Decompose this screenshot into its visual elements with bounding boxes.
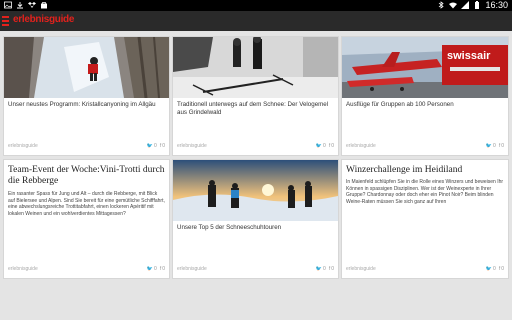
card-source: erlebnisguide: [346, 143, 376, 149]
card-title: Ausflüge für Gruppen ab 100 Personen: [346, 101, 454, 108]
card-description: Ein rasanter Spass für Jung und Alt – du…: [8, 191, 165, 217]
article-card-5[interactable]: Unsere Top 5 der Schneeschuhtouren erleb…: [173, 160, 338, 278]
article-card-1[interactable]: Unser neustes Programm: Kristallcanyonin…: [4, 37, 169, 155]
facebook-icon: f: [159, 266, 162, 272]
card-footer: erlebnisguide 🐦 0 f0: [346, 143, 504, 150]
card-source: erlebnisguide: [8, 143, 38, 149]
card-source: erlebnisguide: [8, 266, 38, 272]
facebook-share[interactable]: f0: [329, 143, 334, 149]
app-logo[interactable]: erlebnisguide: [13, 14, 74, 25]
facebook-share[interactable]: f0: [499, 266, 504, 272]
social-counts: 🐦 0 f0: [147, 266, 165, 272]
dropbox-icon: [28, 2, 36, 8]
app-bar: erlebnisguide: [0, 11, 512, 31]
twitter-share[interactable]: 🐦 0: [147, 143, 157, 149]
battery-icon: [475, 1, 480, 9]
social-counts: 🐦 0 f0: [147, 143, 165, 149]
status-time: 16:30: [485, 0, 508, 10]
twitter-share[interactable]: 🐦 0: [486, 266, 496, 272]
card-source: erlebnisguide: [177, 266, 207, 272]
social-counts: 🐦 0 f0: [486, 143, 504, 149]
card-title: Traditionell unterwegs auf dem Schnee: D…: [177, 101, 329, 116]
swissair-aircraft-hall-photo: swissair: [342, 37, 508, 98]
social-counts: 🐦 0 f0: [486, 266, 504, 272]
facebook-share[interactable]: f0: [160, 143, 165, 149]
twitter-icon: 🐦: [146, 266, 154, 272]
facebook-icon: f: [498, 266, 501, 272]
facebook-icon: f: [328, 266, 331, 272]
twitter-share[interactable]: 🐦 0: [147, 266, 157, 272]
card-description: In Maienfeld schlüpfen Sie in die Rolle …: [346, 179, 504, 205]
status-bar: 16:30: [0, 0, 512, 11]
facebook-icon: f: [328, 143, 331, 149]
download-icon: [17, 2, 23, 9]
social-counts: 🐦 0 f0: [316, 266, 334, 272]
card-footer: erlebnisguide 🐦 0 f0: [346, 266, 504, 273]
card-footer: erlebnisguide 🐦 0 f0: [177, 143, 334, 150]
twitter-share[interactable]: 🐦 0: [316, 266, 326, 272]
ice-canyoning-photo: [4, 37, 169, 98]
velogemel-snow-photo: [173, 37, 338, 98]
facebook-icon: f: [159, 143, 162, 149]
twitter-icon: 🐦: [485, 266, 493, 272]
article-card-6[interactable]: Winzerchallenge im Heidiland In Maienfel…: [342, 160, 508, 278]
twitter-icon: 🐦: [315, 143, 323, 149]
twitter-share[interactable]: 🐦 0: [486, 143, 496, 149]
card-headline: Team-Event der Woche:Vini-Trotti durch d…: [8, 165, 165, 186]
twitter-share[interactable]: 🐦 0: [316, 143, 326, 149]
card-title: Unsere Top 5 der Schneeschuhtouren: [177, 224, 282, 231]
bluetooth-icon: [439, 1, 445, 9]
article-card-2[interactable]: Traditionell unterwegs auf dem Schnee: D…: [173, 37, 338, 155]
image-icon: [4, 1, 12, 9]
twitter-icon: 🐦: [146, 143, 154, 149]
social-counts: 🐦 0 f0: [316, 143, 334, 149]
swissair-text: swissair: [447, 50, 491, 62]
card-footer: erlebnisguide 🐦 0 f0: [177, 266, 334, 273]
bag-icon: [41, 2, 47, 9]
twitter-icon: 🐦: [315, 266, 323, 272]
facebook-icon: f: [498, 143, 501, 149]
facebook-share[interactable]: f0: [499, 143, 504, 149]
card-footer: erlebnisguide 🐦 0 f0: [8, 143, 165, 150]
article-card-4[interactable]: Team-Event der Woche:Vini-Trotti durch d…: [4, 160, 169, 278]
signal-icon: [461, 1, 470, 9]
wifi-icon: [449, 2, 458, 9]
card-title: Unser neustes Programm: Kristallcanyonin…: [8, 101, 156, 108]
card-source: erlebnisguide: [346, 266, 376, 272]
hamburger-menu-icon[interactable]: [2, 16, 9, 26]
snowshoe-hikers-sunset-photo: [173, 160, 338, 221]
facebook-share[interactable]: f0: [160, 266, 165, 272]
card-headline: Winzerchallenge im Heidiland: [346, 165, 463, 175]
card-source: erlebnisguide: [177, 143, 207, 149]
facebook-share[interactable]: f0: [329, 266, 334, 272]
card-footer: erlebnisguide 🐦 0 f0: [8, 266, 165, 273]
twitter-icon: 🐦: [485, 143, 493, 149]
article-card-3[interactable]: swissair Ausflüge für Gruppen ab 100 Per…: [342, 37, 508, 155]
